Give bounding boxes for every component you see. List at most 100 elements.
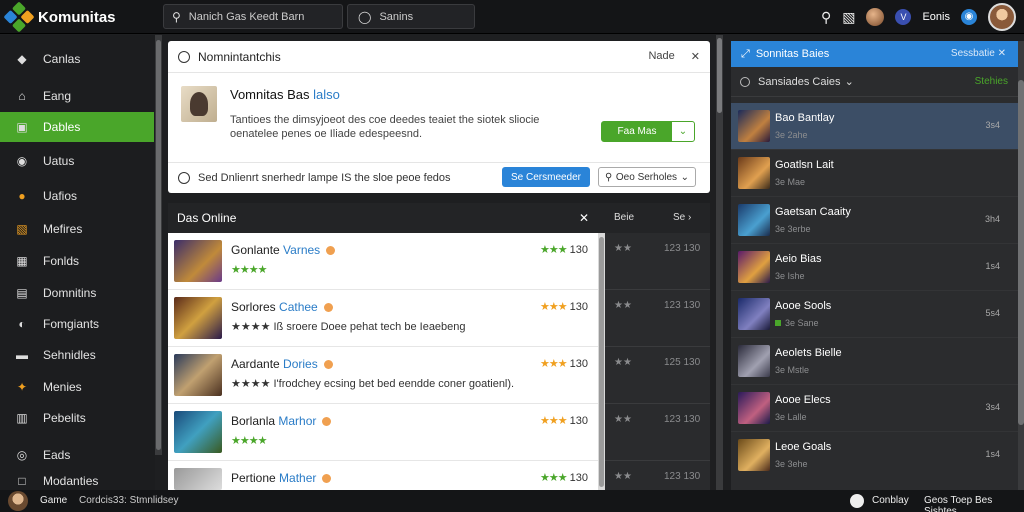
close-icon[interactable]: ✕ — [579, 211, 589, 225]
item-score: 130 — [569, 244, 588, 256]
lock-icon[interactable]: ▧ — [842, 9, 855, 26]
list-item[interactable]: Borlanla Marhor ★★★★ ★★★ 130 — [168, 404, 598, 461]
friend-avatar[interactable] — [866, 8, 885, 26]
secondary-search[interactable]: ◯ Sanins — [347, 4, 475, 29]
item-title-link[interactable]: Dories — [283, 357, 318, 371]
main-scroll-thumb[interactable] — [717, 38, 722, 113]
sidebar-item-icon: ▧ — [16, 222, 28, 236]
list-header: Das Online ✕ Beie Se › — [168, 203, 710, 233]
community-title-link[interactable]: lalso — [313, 87, 340, 102]
expand-icon[interactable]: ⤢ — [741, 48, 750, 61]
list-item[interactable]: Gonlante Varnes ★★★★ ★★★ 130 — [168, 233, 598, 290]
item-meta: 3e 3ehe — [775, 459, 808, 469]
friends-icon[interactable] — [850, 494, 864, 508]
list-item[interactable]: Bao Bantlay 3e 2ahe 3s4 — [731, 103, 1018, 150]
profile-avatar[interactable] — [988, 3, 1016, 31]
sidebar-item[interactable]: ◎ Eads — [0, 440, 154, 470]
sidebar-item-active[interactable]: ▣ Dables — [0, 112, 154, 142]
item-meta: 3e 2ahe — [775, 130, 808, 140]
status-dot-icon — [326, 246, 336, 256]
sidebar-item-label: Modanties — [43, 473, 99, 488]
sidebar-item-icon: ▦ — [16, 254, 28, 268]
sidebar-item[interactable]: ▬ Sehnidles — [0, 340, 154, 370]
item-title-link[interactable]: Marhor — [278, 414, 316, 428]
sidebar-item[interactable]: ▥ Pebelits — [0, 403, 154, 433]
card-header-action[interactable]: Nade — [648, 50, 674, 63]
primary-action-button[interactable]: Se Cersmeeder — [502, 167, 590, 187]
sidebar-item-label: Dables — [43, 120, 81, 134]
list-column-header[interactable]: Beie — [614, 212, 634, 223]
shield-icon[interactable]: V — [895, 9, 912, 25]
stats-value: 123 130 — [664, 471, 701, 482]
game-thumbnail — [738, 439, 770, 471]
list-item[interactable]: Leoe Goals 3e 3ehe 1s4 — [731, 432, 1018, 479]
sidebar-item[interactable]: ⌂ Eang — [0, 81, 154, 111]
top-bar: Komunitas ⚲ Nanich Gas Keedt Barn ◯ Sani… — [0, 0, 1024, 34]
sidebar-scroll-thumb[interactable] — [156, 40, 161, 450]
join-button[interactable]: Faa Mas ⌄ — [601, 121, 695, 142]
sidebar-item-label: Uafios — [43, 189, 78, 203]
item-meta: 3e Mstle — [775, 365, 810, 375]
item-title: Gonlante — [231, 243, 280, 257]
globe-icon[interactable]: ◉ — [961, 9, 977, 25]
user-name[interactable]: Eonis — [922, 11, 950, 23]
right-panel-filter-status[interactable]: Stehies — [975, 76, 1008, 87]
list-scroll-thumb[interactable] — [599, 237, 604, 487]
bottom-right-status[interactable]: Geos Toep Bes Sishtes — [924, 495, 1024, 512]
sidebar-item[interactable]: ▧ Mefires — [0, 214, 154, 244]
search-input[interactable]: ⚲ Nanich Gas Keedt Barn — [163, 4, 343, 29]
sidebar-item-icon: ⌂ — [18, 89, 26, 103]
right-panel-filter[interactable]: Sansiades Caies ⌄ Stehies — [731, 67, 1018, 97]
list-column-header[interactable]: Se › — [673, 212, 691, 223]
item-meta: 3e 3erbe — [775, 224, 811, 234]
join-button-label[interactable]: Faa Mas — [602, 122, 672, 141]
right-panel-action[interactable]: Sessbatie ✕ — [951, 48, 1006, 59]
chat-icon: ◯ — [358, 9, 372, 24]
game-thumbnail — [738, 204, 770, 236]
rating-stars: ★★★ — [539, 244, 568, 256]
search-icon[interactable]: ⚲ — [821, 9, 831, 26]
list-item[interactable]: Aooe Sools 3e Sane 5s4 — [731, 291, 1018, 338]
item-title: Aardante — [231, 357, 280, 371]
sidebar-item[interactable]: ◐ Fomgiants — [0, 309, 154, 339]
list-item[interactable]: Aardante Dories ★★★★ I'frodchey ecsing b… — [168, 347, 598, 404]
list-item[interactable]: Goatlsn Lait 3e Mae — [731, 150, 1018, 197]
user-avatar[interactable] — [8, 491, 28, 511]
sidebar: ◆ Canlas ⌂ Eang ▣ Dables ◉ Uatus ● Uafios ▧ Me… — [0, 35, 155, 490]
chevron-down-icon: ⌄ — [844, 76, 854, 88]
list-item[interactable]: Aeio Bias 3e Ishe 1s4 — [731, 244, 1018, 291]
sidebar-item[interactable]: ✦ Menies — [0, 372, 154, 402]
sidebar-item[interactable]: ◆ Canlas — [0, 44, 154, 74]
right-panel-scroll-thumb[interactable] — [1018, 80, 1024, 425]
community-title: Vomnitas Bas lalso — [230, 87, 340, 102]
list-item[interactable]: Aooe Elecs 3e Lalle 3s4 — [731, 385, 1018, 432]
right-panel-header: ⤢ Sonnitas Baies Sessbatie ✕ — [731, 41, 1018, 67]
chevron-down-icon[interactable]: ⌄ — [672, 122, 694, 141]
sidebar-item[interactable]: ▤ Domnitins — [0, 278, 154, 308]
list-item[interactable]: Aeolets Bielle 3e Mstle — [731, 338, 1018, 385]
community-title-main: Vomnitas Bas — [230, 87, 310, 102]
filter-dropdown[interactable]: ⚲ Oeo Serholes ⌄ — [598, 167, 696, 187]
item-title-link[interactable]: Varnes — [283, 243, 320, 257]
app-logo[interactable]: Komunitas — [3, 1, 116, 33]
sidebar-item[interactable]: ◉ Uatus — [0, 146, 154, 176]
list-item[interactable]: Pertione Mather ★★★ 130 — [168, 461, 598, 490]
sidebar-item[interactable]: ● Uafios — [0, 181, 154, 211]
item-title-link[interactable]: Cathee — [279, 300, 318, 314]
sidebar-item-label: Fonlds — [43, 254, 80, 268]
list-item[interactable]: Sorlores Cathee ★★★★ Iß sroere Doee peha… — [168, 290, 598, 347]
sidebar-item-icon: ▬ — [16, 348, 28, 362]
sidebar-item[interactable]: ▦ Fonlds — [0, 246, 154, 276]
close-icon[interactable]: ✕ — [691, 50, 700, 63]
sidebar-item[interactable]: □ Modanties — [0, 471, 154, 490]
bottom-friends-label[interactable]: Conblay — [872, 495, 909, 506]
status-dot-icon — [323, 303, 333, 313]
item-title-link[interactable]: Mather — [279, 471, 316, 485]
bottom-game-label[interactable]: Game — [40, 495, 67, 506]
list-body: Gonlante Varnes ★★★★ ★★★ 130 Sorlores Ca… — [168, 233, 598, 490]
sidebar-item-icon: ● — [18, 189, 26, 203]
item-badge: 1s4 — [985, 261, 1000, 271]
list-item[interactable]: Gaetsan Caaity 3e 3erbe 3h4 — [731, 197, 1018, 244]
filter-dropdown-label: Oeo Serholes — [615, 171, 678, 183]
star-icon: ★★ — [614, 357, 632, 368]
